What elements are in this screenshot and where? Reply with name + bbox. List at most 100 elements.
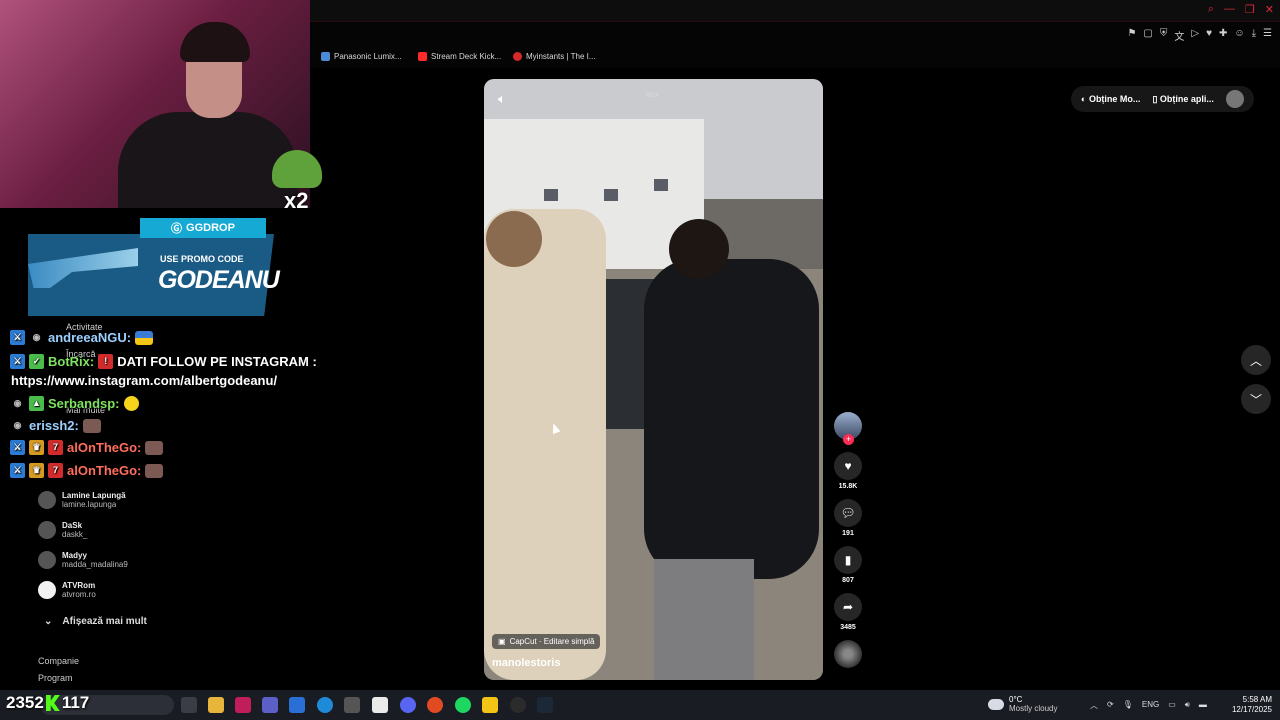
bot-badge-icon: ✓	[29, 354, 44, 369]
avatar	[38, 551, 56, 569]
video-frame	[484, 79, 823, 680]
footer-company-link[interactable]: Companie	[38, 656, 79, 666]
get-mode-button[interactable]: ◐ Obține Mo...	[1081, 94, 1140, 104]
camera-badge-icon: ◉	[13, 398, 22, 408]
menu-icon[interactable]: ☰	[1263, 28, 1272, 43]
chevron-down-icon: ﹀	[1249, 392, 1262, 407]
heart-icon[interactable]: ♥	[1206, 28, 1212, 43]
share-button[interactable]: ➦	[834, 593, 862, 621]
minimize-icon[interactable]: —	[1224, 3, 1235, 16]
sword-badge-icon: ⚔	[10, 463, 25, 478]
capcut-badge[interactable]: ▣ CapCut · Editare simplă	[492, 634, 601, 649]
following-item[interactable]: ATVRom atvrom.ro	[30, 575, 200, 605]
volume-icon[interactable]: 🔊︎	[1185, 700, 1190, 711]
download-icon[interactable]: ⤓	[1252, 28, 1256, 43]
puzzle-icon[interactable]: ✚	[1219, 28, 1227, 43]
cat-emote-icon	[82, 418, 101, 433]
music-disc-icon[interactable]	[834, 640, 862, 668]
teams-icon[interactable]	[262, 697, 278, 713]
spotify-icon[interactable]	[455, 697, 471, 713]
chat-message: ⚔ ✓ BotRix: ! DATI FOLLOW PE INSTAGRAM :	[10, 354, 317, 369]
previous-video-button[interactable]: ︿	[1241, 345, 1271, 375]
following-item[interactable]: DaSk daskk_	[30, 515, 200, 545]
crop-icon[interactable]: ▢	[1143, 28, 1152, 43]
play-icon[interactable]: ▷	[1191, 28, 1199, 43]
bookmark-panasonic[interactable]: Panasonic Lumix...	[321, 52, 402, 61]
edge-icon[interactable]	[317, 697, 333, 713]
search-icon[interactable]: ⌕	[1208, 3, 1214, 16]
person-icon[interactable]: ☺	[1234, 28, 1244, 43]
bookmark-stream-deck[interactable]: Stream Deck Kick...	[418, 52, 501, 61]
following-item[interactable]: Madyy madda_madalina9	[30, 545, 200, 575]
steam-icon[interactable]	[537, 697, 553, 713]
windows-app-icon[interactable]	[289, 697, 305, 713]
mute-icon[interactable]: 🔈︎	[498, 91, 506, 107]
shield-icon[interactable]: ⛨	[1160, 28, 1168, 43]
notepad-icon[interactable]	[372, 697, 388, 713]
chat-message: ⚔ ♛ 7 alOnTheGo:	[10, 440, 164, 455]
screen: ⌕ — ❐ ✕ ⚑ ▢ ⛨ 文 ▷ ♥ ✚ ☺ ⤓ ☰ Panasonic Lu…	[0, 0, 1280, 720]
kick-logo-icon	[45, 695, 60, 711]
task-view-icon[interactable]	[181, 697, 197, 713]
myinstants-favicon-icon	[513, 52, 522, 61]
chat-message: ◉ ▲ Serbandsp:	[10, 396, 139, 411]
rockstar-icon[interactable]	[482, 697, 498, 713]
bookmark-myinstants[interactable]: Myinstants | The I...	[513, 52, 596, 61]
close-icon[interactable]: ✕	[1265, 3, 1274, 16]
number-badge-icon: 7	[48, 463, 63, 478]
ggdrop-logo-icon: Ⓖ	[171, 223, 183, 235]
streamer-hair	[180, 22, 250, 62]
battery-icon[interactable]: ▬	[1199, 700, 1207, 711]
streamer-webcam	[0, 0, 310, 208]
comment-button[interactable]: 💬︎	[834, 499, 862, 527]
settings-icon[interactable]	[344, 697, 360, 713]
follow-plus-icon[interactable]: +	[843, 434, 854, 445]
promo-text: USE PROMO CODE	[160, 254, 244, 264]
file-explorer-icon[interactable]	[208, 697, 224, 713]
weather-widget[interactable]: 0°C Mostly cloudy	[988, 695, 1057, 713]
following-item[interactable]: Lamine Lapungă lamine.lapunga	[30, 485, 200, 515]
discord-icon[interactable]	[400, 697, 416, 713]
avatar	[38, 491, 56, 509]
crown-badge-icon: ♛	[29, 440, 44, 455]
next-video-button[interactable]: ﹀	[1241, 384, 1271, 414]
profile-avatar[interactable]	[1225, 90, 1244, 108]
get-app-button[interactable]: ▯ Obține apli...	[1152, 94, 1213, 105]
sword-badge-icon: ⚔	[10, 354, 25, 369]
restore-icon[interactable]: ❐	[1245, 3, 1255, 16]
sync-icon[interactable]: ⟳	[1107, 700, 1114, 711]
viewer-count: 2352	[6, 693, 44, 712]
promo-brand: Ⓖ GGDROP	[140, 218, 266, 238]
microphone-icon[interactable]: 🎙︎	[1123, 700, 1133, 711]
like-count: 15.8K	[838, 483, 858, 490]
save-count: 807	[842, 577, 854, 584]
language-indicator[interactable]: ENG	[1142, 700, 1159, 711]
window-controls: ⌕ — ❐ ✕	[1208, 3, 1274, 16]
sub-badge-icon: ▲	[29, 396, 44, 411]
game-app-icon[interactable]	[427, 697, 443, 713]
video-player[interactable]: 🔈︎ RGX ▣ CapCut · Editare simplă manoles…	[484, 79, 823, 680]
chat-message: ⚔ ♛ 7 alOnTheGo:	[10, 463, 164, 478]
promo-code: GODEANU	[158, 266, 280, 294]
save-button[interactable]: ▮	[834, 546, 862, 574]
taskbar-clock[interactable]: 5:58 AM 12/17/2025	[1228, 695, 1272, 715]
creator-avatar[interactable]: +	[834, 412, 862, 445]
bookmark-icon: ▮	[844, 553, 852, 567]
opera-gx-icon[interactable]	[235, 697, 251, 713]
capcut-icon: ▣	[498, 637, 506, 646]
bookmark-icon[interactable]: ⚑	[1127, 28, 1136, 43]
chat-instagram-link[interactable]: https://www.instagram.com/albertgodeanu/	[11, 373, 277, 388]
kick-count: 117	[61, 693, 90, 712]
network-icon[interactable]: ▭	[1168, 700, 1176, 711]
flag-emote-icon	[135, 330, 154, 345]
like-button[interactable]: ♥	[834, 452, 862, 480]
camera-badge-icon: ◉	[13, 420, 22, 430]
stream-counter: 2352 117	[6, 693, 89, 713]
obs-icon[interactable]	[510, 697, 526, 713]
video-author[interactable]: manolestoris	[492, 657, 560, 669]
footer-program-link[interactable]: Program	[38, 673, 73, 683]
translate-icon[interactable]: 文	[1174, 28, 1184, 43]
show-more-button[interactable]: ⌄ Afișează mai mult	[44, 616, 147, 627]
chevron-up-icon[interactable]: ︿	[1090, 700, 1098, 711]
youtube-favicon-icon	[418, 52, 427, 61]
